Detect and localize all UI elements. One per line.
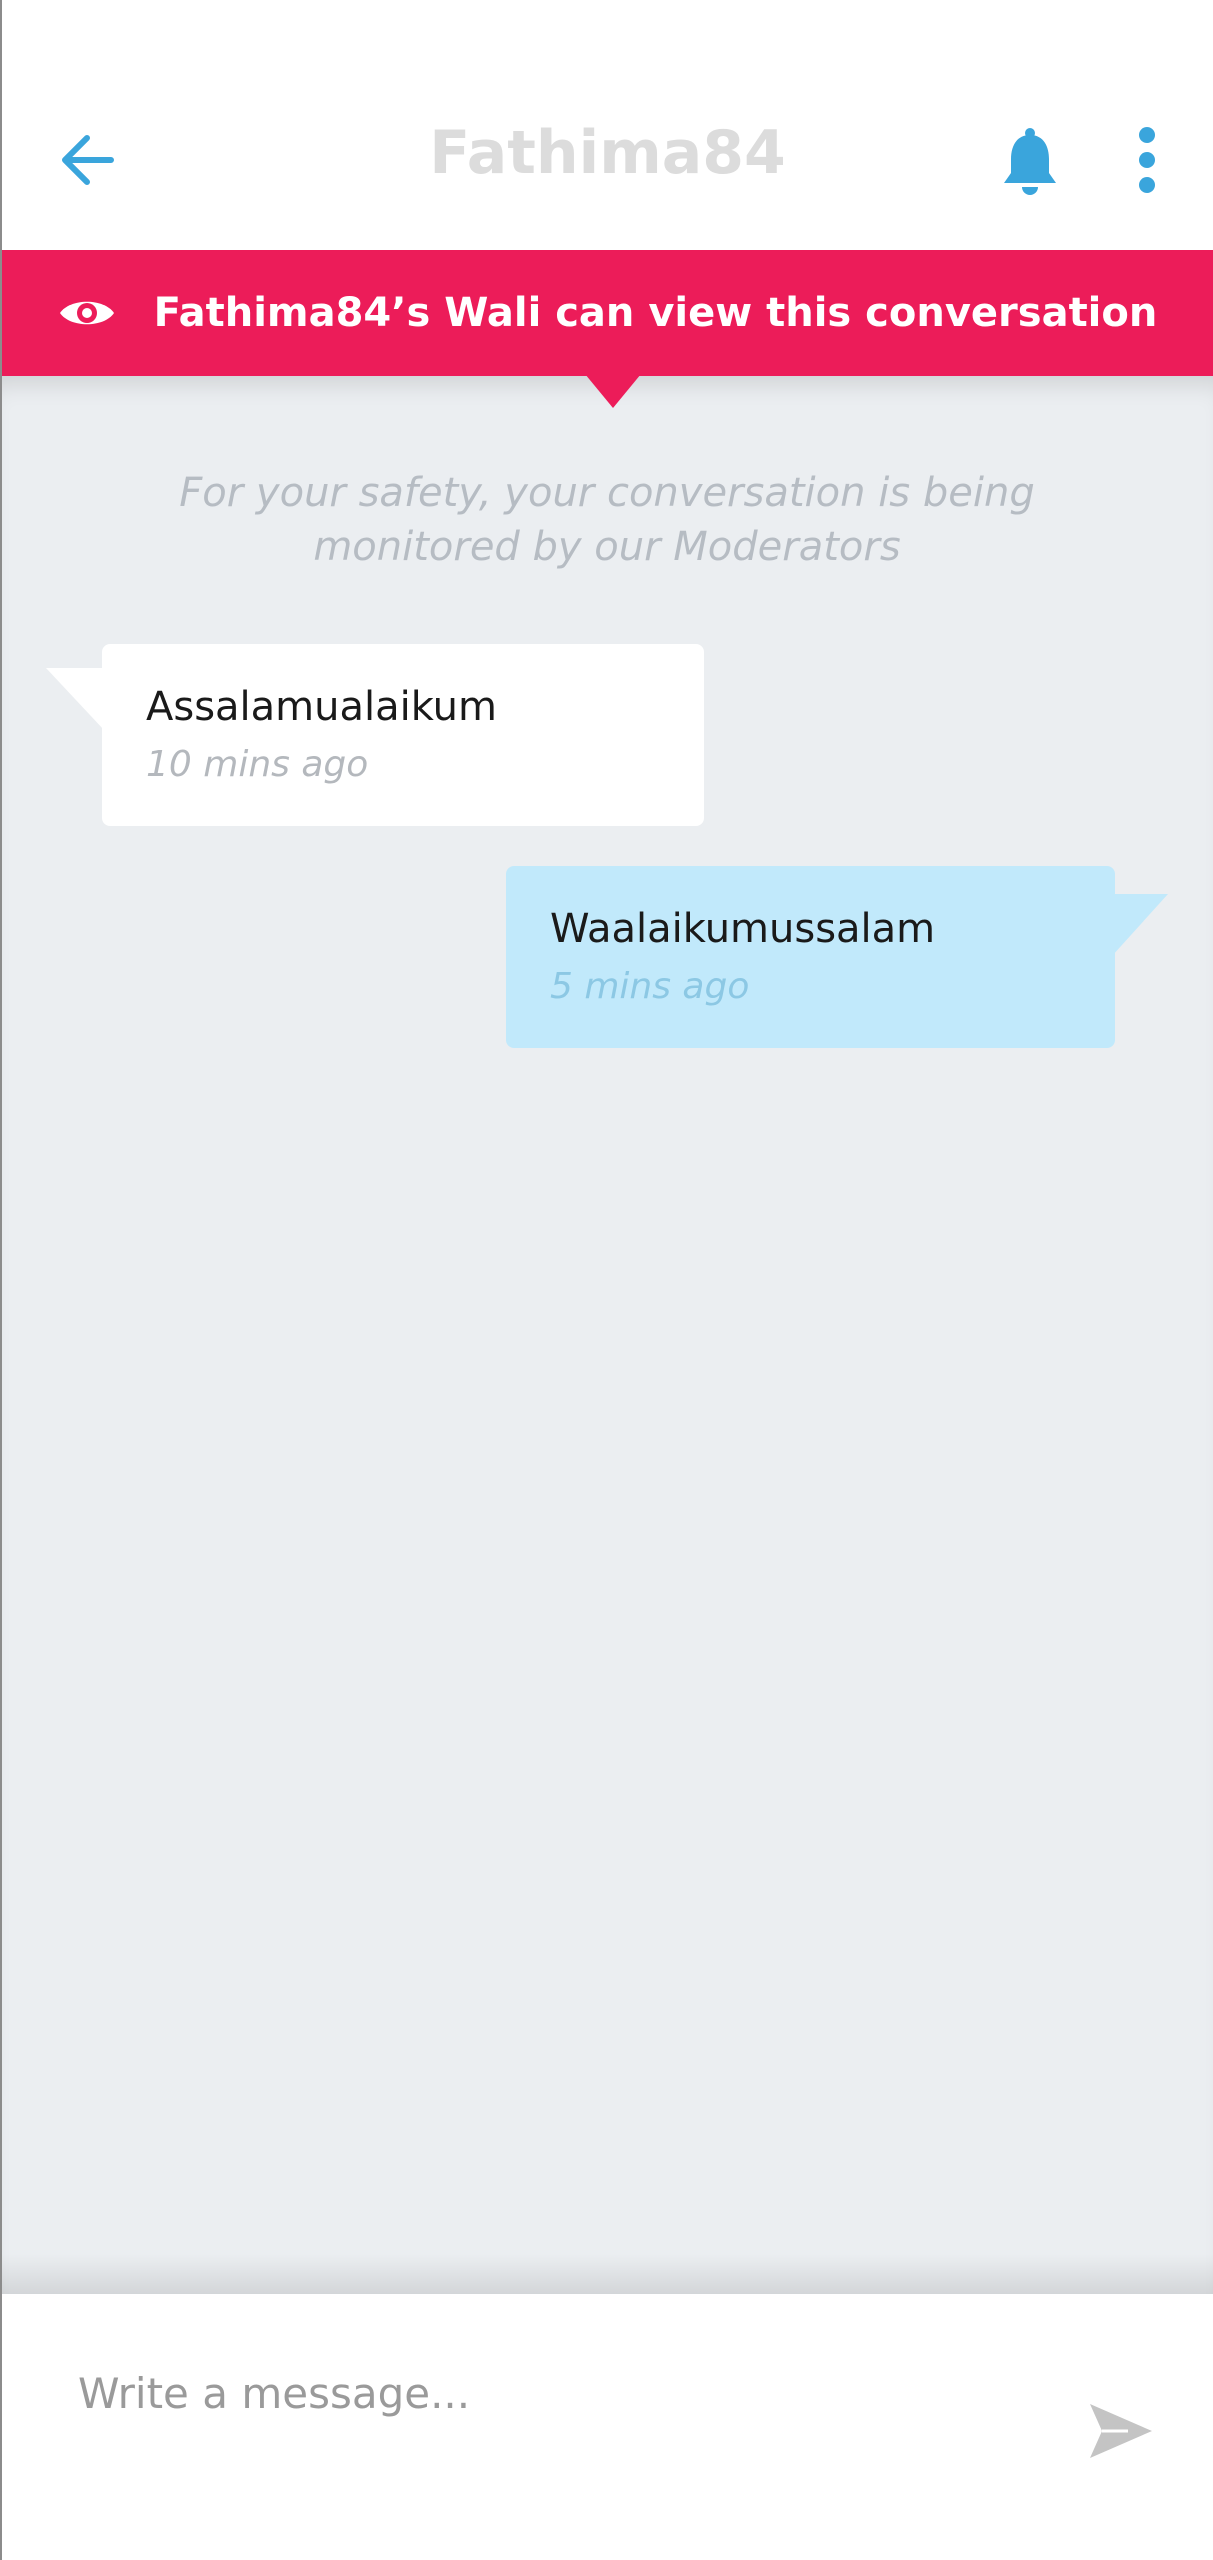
- more-vertical-icon: [1139, 127, 1155, 193]
- wali-banner: Fathima84’s Wali can view this conversat…: [2, 250, 1213, 376]
- outgoing-bubble-tail: [1112, 894, 1168, 956]
- message-text: Waalaikumussalam: [550, 906, 936, 952]
- message-bubble-outgoing[interactable]: Waalaikumussalam 5 mins ago: [506, 866, 1115, 1048]
- message-timestamp: 10 mins ago: [146, 744, 369, 785]
- safety-notice: For your safety, your conversation is be…: [179, 470, 1035, 570]
- message-text: Assalamualaikum: [146, 684, 497, 730]
- banner-pointer: [585, 374, 641, 408]
- chat-screen: Fathima84 Fathima84’s Wali can view this…: [0, 0, 1213, 2560]
- bell-icon: [1004, 128, 1056, 195]
- message-input[interactable]: [78, 2358, 978, 2428]
- message-composer: [2, 2294, 1213, 2560]
- send-button[interactable]: [1084, 2394, 1158, 2468]
- notifications-button[interactable]: [997, 120, 1063, 204]
- banner-text: Fathima84’s Wali can view this conversat…: [153, 290, 1158, 336]
- divider-shadow: [2, 2254, 1213, 2294]
- message-list[interactable]: For your safety, your conversation is be…: [2, 376, 1213, 2294]
- send-icon: [1090, 2404, 1152, 2458]
- message-timestamp: 5 mins ago: [550, 966, 750, 1007]
- message-bubble-incoming[interactable]: Assalamualaikum 10 mins ago: [102, 644, 704, 826]
- incoming-bubble-tail: [46, 668, 104, 730]
- top-bar: Fathima84: [2, 0, 1213, 250]
- eye-icon: [59, 301, 114, 325]
- more-options-button[interactable]: [1122, 120, 1172, 200]
